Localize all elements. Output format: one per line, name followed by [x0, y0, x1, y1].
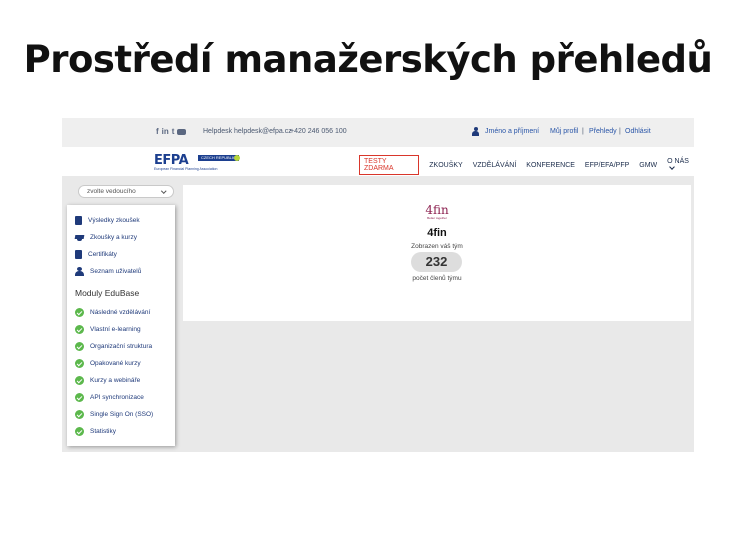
module-item[interactable]: Statistiky [75, 427, 116, 436]
leader-select-value: zvolte vedoucího [87, 188, 136, 195]
module-item[interactable]: Single Sign On (SSO) [75, 410, 153, 419]
graduation-cap-icon [75, 233, 84, 242]
team-card: 4fin Better together 4fin Zobrazen váš t… [183, 185, 691, 321]
logout-link[interactable]: Odhlásit [625, 127, 651, 137]
main-navbar: EFPA CZECH REPUBLIC European Financial P… [62, 147, 694, 176]
chevron-down-icon [669, 163, 676, 170]
logo-badge: CZECH REPUBLIC [198, 155, 239, 161]
sidebar-item-label: Certifikáty [88, 251, 117, 258]
check-circle-icon [75, 359, 84, 368]
user-name-link[interactable]: Jméno a příjmení [485, 127, 539, 137]
module-label: Následné vzdělávání [90, 309, 151, 316]
top-bar: f in t Helpdesk helpdesk@efpa.cz +420 24… [62, 118, 694, 147]
twitter-icon[interactable]: t [172, 127, 175, 137]
module-label: Kurzy a webináře [90, 377, 141, 384]
overviews-link[interactable]: Přehledy [589, 127, 617, 137]
module-label: Vlastní e-learning [90, 326, 141, 333]
efpa-logo[interactable]: EFPA CZECH REPUBLIC European Financial P… [154, 154, 240, 172]
youtube-icon[interactable] [177, 129, 187, 135]
linkedin-icon[interactable]: in [162, 127, 169, 137]
nav-item-education[interactable]: VZDĚLÁVÁNÍ [473, 162, 517, 169]
member-count-badge: 232 [411, 252, 462, 272]
team-logo-mark: 4fin [425, 203, 449, 217]
sidebar-item-exams-courses[interactable]: Zkoušky a kurzy [75, 233, 137, 242]
module-item[interactable]: Opakované kurzy [75, 359, 141, 368]
team-logo: 4fin Better together [417, 204, 457, 220]
module-item[interactable]: Organizační struktura [75, 342, 152, 351]
check-circle-icon [75, 410, 84, 419]
nav-item-conference[interactable]: KONFERENCE [526, 162, 575, 169]
nav-item-about-label: O NÁS [667, 157, 689, 165]
check-circle-icon [75, 427, 84, 436]
modules-section-title: Moduly EduBase [75, 288, 140, 298]
module-item[interactable]: API synchronizace [75, 393, 144, 402]
check-circle-icon [75, 393, 84, 402]
chevron-down-icon [160, 188, 166, 194]
module-item[interactable]: Kurzy a webináře [75, 376, 140, 385]
module-label: Opakované kurzy [90, 360, 141, 367]
module-label: Single Sign On (SSO) [90, 411, 154, 418]
check-circle-icon [75, 325, 84, 334]
slide-title: Prostředí manažerských přehledů [23, 38, 713, 81]
nav-item-exams[interactable]: ZKOUŠKY [429, 162, 462, 169]
nav-item-about[interactable]: O NÁS [667, 158, 694, 173]
logo-dot-icon [234, 155, 240, 161]
user-icon [472, 127, 479, 136]
check-circle-icon [75, 342, 84, 351]
link-separator: | [582, 128, 584, 135]
sidebar-item-label: Výsledky zkoušek [88, 217, 140, 224]
module-label: Statistiky [90, 428, 117, 435]
app-screenshot: f in t Helpdesk helpdesk@efpa.cz +420 24… [62, 118, 694, 452]
sidebar-item-label: Seznam uživatelů [90, 268, 142, 275]
sidebar-item-exam-results[interactable]: Výsledky zkoušek [75, 216, 140, 225]
nav-menu: TESTY ZDARMA ZKOUŠKY VZDĚLÁVÁNÍ KONFEREN… [359, 155, 694, 175]
my-profile-link[interactable]: Můj profil [550, 127, 578, 137]
logo-subtitle: European Financial Planning Association [154, 167, 218, 171]
helpdesk-email-link[interactable]: helpdesk@efpa.cz [234, 127, 292, 137]
module-item[interactable]: Následné vzdělávání [75, 308, 150, 317]
module-label: Organizační struktura [90, 343, 153, 350]
document-icon [75, 216, 82, 225]
check-circle-icon [75, 308, 84, 317]
facebook-icon[interactable]: f [156, 127, 159, 137]
sidebar-item-label: Zkoušky a kurzy [90, 234, 137, 241]
sidebar-menu: Výsledky zkoušek Zkoušky a kurzy Certifi… [67, 205, 175, 446]
member-count-label: počet členů týmu [412, 275, 462, 282]
check-circle-icon [75, 376, 84, 385]
sidebar-item-users[interactable]: Seznam uživatelů [75, 267, 141, 276]
team-name: 4fin [427, 227, 447, 239]
nav-item-certifications[interactable]: EFP/EFA/PFP [585, 162, 629, 169]
link-separator: | [619, 128, 621, 135]
helpdesk-phone: +420 246 056 100 [290, 128, 347, 135]
certificate-icon [75, 250, 82, 259]
module-item[interactable]: Vlastní e-learning [75, 325, 141, 334]
free-tests-button[interactable]: TESTY ZDARMA [359, 155, 420, 175]
leader-select[interactable]: zvolte vedoucího [78, 185, 174, 198]
nav-item-gmw[interactable]: GMW [639, 162, 657, 169]
team-logo-tagline: Better together [427, 216, 447, 220]
sidebar-item-certificates[interactable]: Certifikáty [75, 250, 117, 259]
person-icon [75, 267, 84, 276]
social-links: f in t [156, 127, 187, 137]
team-shown-label: Zobrazen váš tým [411, 243, 463, 250]
helpdesk-label: Helpdesk [203, 128, 233, 135]
module-label: API synchronizace [90, 394, 144, 401]
